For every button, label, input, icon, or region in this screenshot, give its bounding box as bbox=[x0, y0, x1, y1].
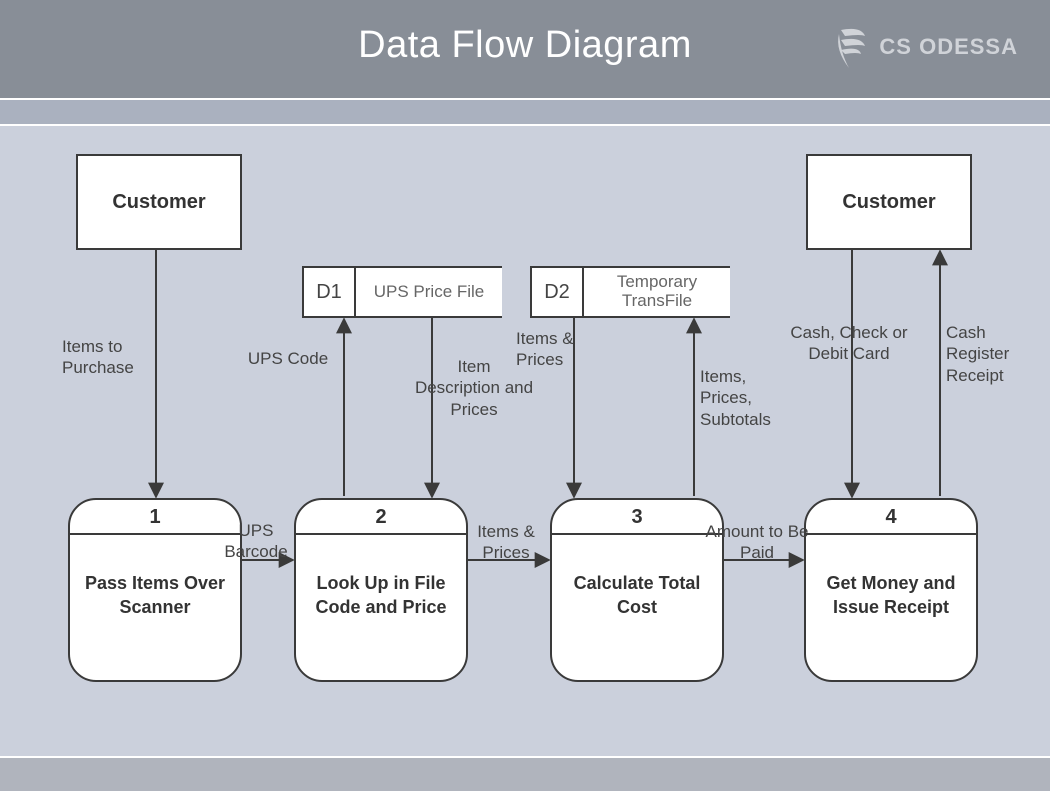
diagram-canvas: Customer Customer D1 UPS Price File D2 T… bbox=[0, 126, 1050, 756]
flow-label-cash-register-receipt: Cash Register Receipt bbox=[946, 322, 1036, 386]
entity-customer-left: Customer bbox=[76, 154, 242, 250]
process-2: 2 Look Up in File Code and Price bbox=[294, 498, 468, 682]
datastore-id: D1 bbox=[304, 268, 356, 316]
flow-label-items-to-purchase: Items to Purchase bbox=[62, 336, 182, 379]
process-3: 3 Calculate Total Cost bbox=[550, 498, 724, 682]
flow-label-amount-to-be-paid: Amount to Be Paid bbox=[702, 521, 812, 564]
datastore-label: Temporary TransFile bbox=[584, 268, 730, 316]
flow-label-items-prices-subtotals: Items, Prices, Subtotals bbox=[700, 366, 800, 430]
brand-icon bbox=[831, 22, 871, 72]
datastore-d2: D2 Temporary TransFile bbox=[530, 266, 730, 318]
entity-label: Customer bbox=[842, 191, 935, 214]
process-id: 4 bbox=[806, 500, 976, 535]
entity-label: Customer bbox=[112, 191, 205, 214]
header: Data Flow Diagram CS ODESSA bbox=[0, 0, 1050, 98]
datastore-d1: D1 UPS Price File bbox=[302, 266, 502, 318]
flow-label-items-prices-2: Items & Prices bbox=[466, 521, 546, 564]
flow-label-ups-code: UPS Code bbox=[238, 348, 338, 369]
datastore-id: D2 bbox=[532, 268, 584, 316]
process-label: Calculate Total Cost bbox=[552, 535, 722, 620]
diagram-container: Data Flow Diagram CS ODESSA Customer Cus… bbox=[0, 0, 1050, 789]
process-label: Get Money and Issue Receipt bbox=[806, 535, 976, 620]
header-band bbox=[0, 98, 1050, 126]
flow-label-items-prices-1: Items & Prices bbox=[516, 328, 606, 371]
flow-label-ups-barcode: UPS Barcode bbox=[216, 520, 296, 563]
process-label: Pass Items Over Scanner bbox=[70, 535, 240, 620]
entity-customer-right: Customer bbox=[806, 154, 972, 250]
brand-text: CS ODESSA bbox=[879, 34, 1018, 60]
flow-label-cash-check-debit: Cash, Check or Debit Card bbox=[784, 322, 914, 365]
datastore-label: UPS Price File bbox=[356, 268, 502, 316]
process-label: Look Up in File Code and Price bbox=[296, 535, 466, 620]
process-id: 2 bbox=[296, 500, 466, 535]
footer-band bbox=[0, 756, 1050, 791]
brand-logo: CS ODESSA bbox=[831, 22, 1018, 72]
process-id: 3 bbox=[552, 500, 722, 535]
process-id: 1 bbox=[70, 500, 240, 535]
process-4: 4 Get Money and Issue Receipt bbox=[804, 498, 978, 682]
